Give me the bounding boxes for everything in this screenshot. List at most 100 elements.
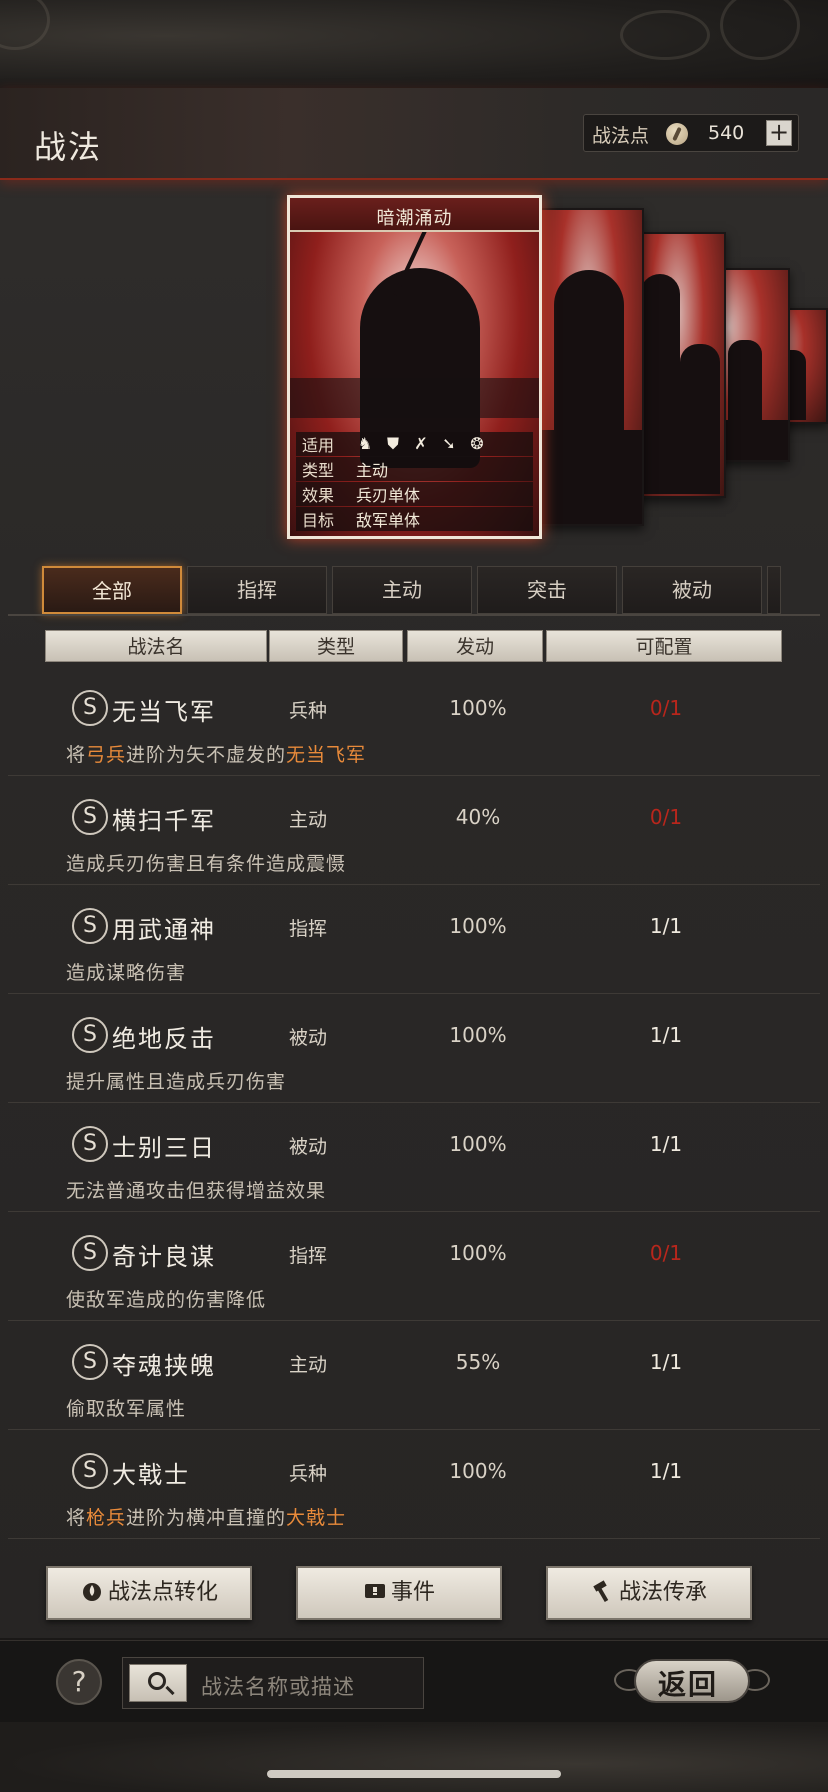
card-skill-name: 暗潮涌动: [376, 208, 453, 229]
description-text: 进阶为矢不虚发的: [126, 744, 287, 766]
skill-description: 使敌军造成的伤害降低: [66, 1285, 266, 1312]
bottom-background: [0, 1722, 828, 1792]
tab-assault[interactable]: 突击: [477, 566, 617, 614]
skill-type: 兵种: [288, 700, 327, 722]
grade-badge: S: [72, 1344, 108, 1380]
skill-name: 无当飞军: [112, 698, 216, 726]
skill-name: 横扫千军: [112, 807, 216, 835]
search-placeholder: 战法名称或描述: [201, 1675, 355, 1699]
events-button[interactable]: 事件: [296, 1566, 502, 1620]
tab-active[interactable]: 主动: [332, 566, 472, 614]
convert-points-button[interactable]: 战法点转化: [46, 1566, 252, 1620]
skill-rate: 40%: [455, 805, 501, 829]
page-title: 战法: [34, 128, 103, 166]
skill-count: 0/1: [649, 696, 683, 720]
inherit-button[interactable]: 战法传承: [546, 1566, 752, 1620]
skill-point-coin-icon: [666, 123, 688, 145]
highlighted-term: 枪兵: [86, 1507, 127, 1529]
skill-row[interactable]: S 夺魂挟魄 主动 55% 1/1 偷取敌军属性: [8, 1322, 820, 1430]
skill-type: 指挥: [288, 918, 327, 940]
highlighted-term: 弓兵: [86, 744, 127, 766]
events-label: 事件: [390, 1580, 435, 1605]
bow-icon: ✗: [414, 434, 428, 453]
skill-description: 造成谋略伤害: [66, 958, 186, 985]
tabs-divider: [8, 614, 820, 616]
skill-name: 奇计良谋: [112, 1243, 216, 1271]
home-indicator[interactable]: [267, 1770, 561, 1778]
skill-count: 1/1: [649, 914, 683, 938]
skill-rate: 100%: [449, 1241, 507, 1265]
skill-rate: 100%: [449, 1459, 507, 1483]
card-info-key: 适用: [302, 436, 335, 455]
skill-list: S 无当飞军 兵种 100% 0/1 将弓兵进阶为矢不虚发的无当飞军 S 横扫千…: [8, 668, 820, 1568]
cloud-decoration: [620, 10, 710, 60]
grade-badge: S: [72, 1017, 108, 1053]
grade-badge: S: [72, 1235, 108, 1271]
skill-count: 1/1: [649, 1132, 683, 1156]
skill-rate: 100%: [449, 914, 507, 938]
inherit-label: 战法传承: [618, 1580, 707, 1605]
back-button[interactable]: 返回: [614, 1655, 770, 1707]
card-info-row: 适用 ♞ ⛊ ✗ ➘ ❂: [296, 432, 533, 456]
army-silhouette: [290, 378, 539, 418]
wheel-icon: ❂: [470, 434, 484, 453]
skill-row[interactable]: S 大戟士 兵种 100% 1/1 将枪兵进阶为横冲直撞的大戟士: [8, 1431, 820, 1539]
card-name-bar: 暗潮涌动: [290, 198, 539, 232]
skill-row[interactable]: S 横扫千军 主动 40% 0/1 造成兵刃伤害且有条件造成震慑: [8, 777, 820, 885]
grade-badge: S: [72, 690, 108, 726]
skill-row[interactable]: S 用武通神 指挥 100% 1/1 造成谋略伤害: [8, 886, 820, 994]
selected-skill-card[interactable]: 暗潮涌动 适用 ♞ ⛊ ✗ ➘ ❂ 类型 主动 效果 兵刃单体 目标 敌军单体: [287, 195, 542, 539]
highlighted-term: 无当飞军: [286, 744, 367, 766]
skill-rate: 100%: [449, 696, 507, 720]
skill-type: 被动: [288, 1027, 327, 1049]
card-info-row: 类型 主动: [296, 457, 533, 481]
footer-bar: ? 战法名称或描述 返回: [0, 1640, 828, 1722]
filter-tabs: 全部 指挥 主动 突击 被动: [42, 566, 792, 614]
grade-badge: S: [72, 1126, 108, 1162]
tab-all[interactable]: 全部: [42, 566, 182, 614]
skill-count: 1/1: [649, 1459, 683, 1483]
skill-description: 无法普通攻击但获得增益效果: [66, 1176, 326, 1203]
skill-points-box: 战法点 540 +: [583, 114, 799, 152]
description-text: 偷取敌军属性: [66, 1398, 187, 1420]
tab-passive[interactable]: 被动: [622, 566, 762, 614]
cloud-decoration: [720, 0, 800, 60]
search-button[interactable]: [129, 1664, 187, 1702]
description-text: 进阶为横冲直撞的: [126, 1507, 287, 1529]
grade-badge: S: [72, 908, 108, 944]
description-text: 无法普通攻击但获得增益效果: [66, 1180, 327, 1202]
description-text: 提升属性且造成兵刃伤害: [66, 1071, 287, 1093]
stacked-card-1[interactable]: [532, 208, 644, 526]
card-info-key: 类型: [302, 461, 335, 480]
add-skill-points-button[interactable]: +: [766, 120, 792, 146]
skill-description: 偷取敌军属性: [66, 1394, 186, 1421]
scroll-icon: [364, 1584, 385, 1598]
search-field[interactable]: 战法名称或描述: [122, 1657, 424, 1709]
column-header-count[interactable]: 可配置: [546, 630, 782, 662]
help-button[interactable]: ?: [56, 1659, 102, 1705]
skill-type: 主动: [288, 809, 327, 831]
tab-overflow[interactable]: [767, 566, 781, 614]
skill-type: 兵种: [288, 1463, 327, 1485]
skill-type: 被动: [288, 1136, 327, 1158]
card-info-key: 目标: [302, 511, 335, 530]
column-header-type[interactable]: 类型: [269, 630, 403, 662]
tab-command[interactable]: 指挥: [187, 566, 327, 614]
skill-rate: 100%: [449, 1132, 507, 1156]
column-header-name[interactable]: 战法名: [45, 630, 267, 662]
skill-count: 1/1: [649, 1350, 683, 1374]
description-text: 将: [66, 744, 87, 766]
card-info-value: 主动: [356, 461, 389, 480]
skill-row[interactable]: S 士别三日 被动 100% 1/1 无法普通攻击但获得增益效果: [8, 1104, 820, 1212]
hammer-icon: [593, 1580, 609, 1603]
flame-icon: [82, 1583, 101, 1601]
skill-name: 大戟士: [112, 1461, 190, 1489]
skill-type: 主动: [288, 1354, 327, 1376]
column-header-rate[interactable]: 发动: [407, 630, 543, 662]
skill-row[interactable]: S 绝地反击 被动 100% 1/1 提升属性且造成兵刃伤害: [8, 995, 820, 1103]
skill-row[interactable]: S 奇计良谋 指挥 100% 0/1 使敌军造成的伤害降低: [8, 1213, 820, 1321]
skill-name: 用武通神: [112, 916, 216, 944]
card-info-value: 敌军单体: [356, 511, 421, 530]
skill-row[interactable]: S 无当飞军 兵种 100% 0/1 将弓兵进阶为矢不虚发的无当飞军: [8, 668, 820, 776]
grade-badge: S: [72, 1453, 108, 1489]
